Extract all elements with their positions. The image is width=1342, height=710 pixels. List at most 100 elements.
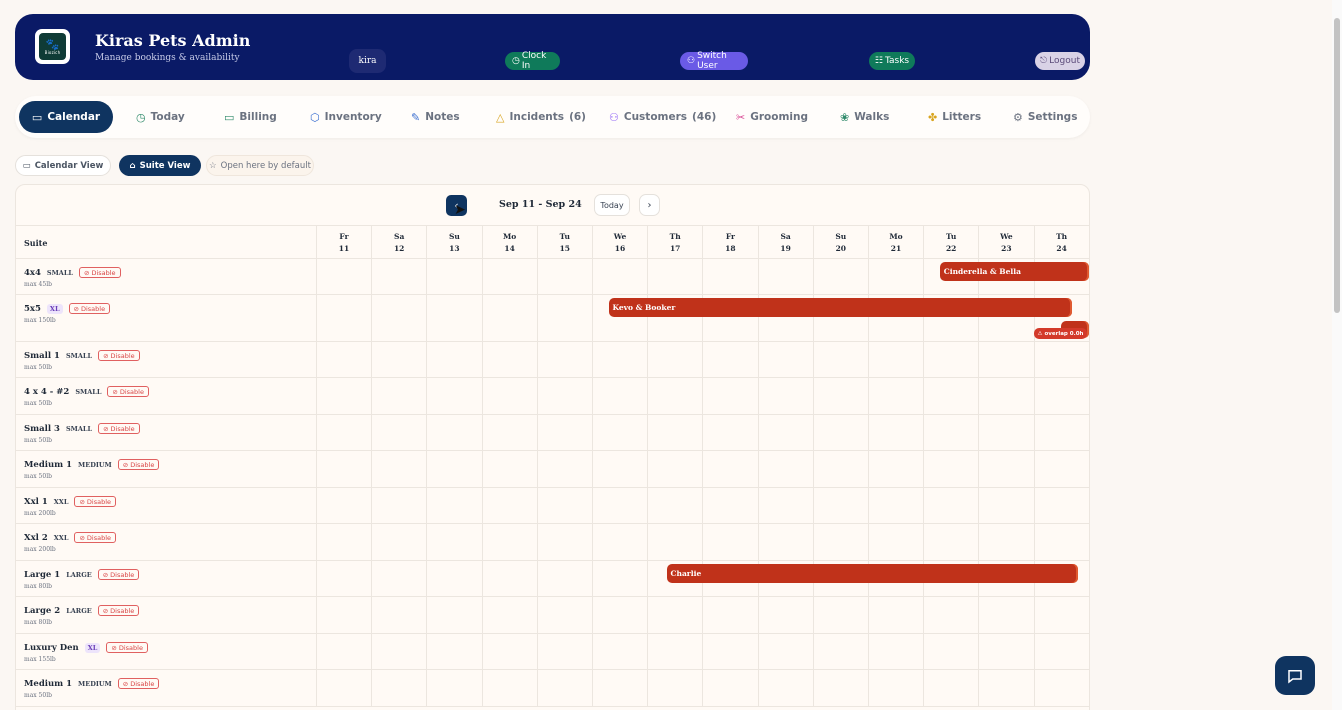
tab-settings[interactable]: ⚙ Settings (1013, 101, 1077, 133)
day-cell[interactable] (426, 524, 481, 560)
day-cell[interactable] (536, 561, 592, 596)
day-cell[interactable] (923, 488, 978, 523)
tasks-button[interactable]: ☷ Tasks (869, 52, 915, 70)
day-cell[interactable] (978, 634, 1033, 669)
day-cell[interactable] (702, 451, 757, 487)
day-cell[interactable] (371, 524, 426, 560)
day-cell[interactable] (757, 670, 813, 706)
day-cell[interactable] (536, 259, 592, 294)
app-logo[interactable]: 🐾 Biozich (35, 29, 70, 64)
day-cell[interactable] (868, 451, 923, 487)
day-cell[interactable] (426, 342, 481, 377)
day-cell[interactable] (426, 670, 481, 706)
day-cell[interactable] (702, 597, 757, 633)
day-cell[interactable] (978, 342, 1033, 377)
day-cell[interactable] (702, 670, 757, 706)
day-cell[interactable] (426, 415, 481, 450)
day-cell[interactable] (978, 670, 1033, 706)
day-cell[interactable] (757, 524, 813, 560)
day-cell[interactable] (426, 295, 481, 341)
day-cell[interactable] (923, 670, 978, 706)
day-cell[interactable] (812, 488, 868, 523)
day-cell[interactable] (536, 670, 592, 706)
day-cell[interactable] (316, 561, 371, 596)
day-cell[interactable] (536, 378, 592, 414)
day-cell[interactable] (426, 634, 481, 669)
day-cell[interactable] (536, 415, 592, 450)
day-cell[interactable] (536, 634, 592, 669)
clock-in-button[interactable]: ◷ Clock In (505, 51, 560, 71)
next-button[interactable]: › (639, 194, 660, 216)
day-cell[interactable] (812, 524, 868, 560)
day-cell[interactable] (757, 342, 813, 377)
day-cell[interactable] (481, 524, 537, 560)
day-cell[interactable] (978, 451, 1033, 487)
day-cell[interactable] (923, 524, 978, 560)
day-cell[interactable] (702, 634, 757, 669)
day-cell[interactable] (1033, 524, 1089, 560)
day-cell[interactable] (923, 342, 978, 377)
day-cell[interactable] (812, 415, 868, 450)
day-cell[interactable] (647, 634, 702, 669)
day-cell[interactable] (812, 670, 868, 706)
day-cell[interactable] (1033, 670, 1089, 706)
day-cell[interactable] (481, 670, 537, 706)
day-cell[interactable] (316, 524, 371, 560)
tab-grooming[interactable]: ✂ Grooming (736, 101, 808, 133)
day-cell[interactable] (592, 561, 647, 596)
day-cell[interactable] (812, 451, 868, 487)
booking-bar[interactable]: Cinderella & Bella (939, 262, 1089, 281)
disable-button[interactable]: ⊘ Disable (117, 459, 160, 470)
day-cell[interactable] (371, 451, 426, 487)
day-cell[interactable] (592, 488, 647, 523)
day-cell[interactable] (757, 634, 813, 669)
tab-today[interactable]: ◷ Today (136, 101, 185, 133)
day-cell[interactable] (592, 259, 647, 294)
day-cell[interactable] (702, 524, 757, 560)
day-cell[interactable] (757, 378, 813, 414)
disable-button[interactable]: ⊘ Disable (98, 350, 140, 361)
day-cell[interactable] (316, 415, 371, 450)
day-cell[interactable] (592, 451, 647, 487)
day-cell[interactable] (923, 415, 978, 450)
day-cell[interactable] (536, 524, 592, 560)
day-cell[interactable] (978, 378, 1033, 414)
day-cell[interactable] (316, 342, 371, 377)
day-cell[interactable] (426, 451, 481, 487)
calendar-view-button[interactable]: ▭ Calendar View (15, 155, 111, 176)
day-cell[interactable] (371, 342, 426, 377)
day-cell[interactable] (426, 597, 481, 633)
day-cell[interactable] (371, 378, 426, 414)
day-cell[interactable] (923, 597, 978, 633)
day-cell[interactable] (923, 634, 978, 669)
disable-button[interactable]: ⊘ Disable (74, 532, 117, 543)
day-cell[interactable] (1033, 342, 1089, 377)
tab-customers[interactable]: ⚇ Customers (46) (609, 101, 716, 133)
day-cell[interactable] (868, 634, 923, 669)
day-cell[interactable] (1033, 488, 1089, 523)
day-cell[interactable] (868, 378, 923, 414)
day-cell[interactable] (978, 524, 1033, 560)
day-cell[interactable] (702, 259, 757, 294)
day-cell[interactable] (316, 597, 371, 633)
day-cell[interactable] (868, 488, 923, 523)
day-cell[interactable] (647, 670, 702, 706)
day-cell[interactable] (647, 488, 702, 523)
day-cell[interactable] (978, 488, 1033, 523)
day-cell[interactable] (481, 451, 537, 487)
day-cell[interactable] (481, 295, 537, 341)
day-cell[interactable] (923, 378, 978, 414)
day-cell[interactable] (371, 488, 426, 523)
tab-inventory[interactable]: ⬡ Inventory (310, 101, 382, 133)
day-cell[interactable] (371, 634, 426, 669)
day-cell[interactable] (316, 634, 371, 669)
tab-billing[interactable]: ▭ Billing (224, 101, 277, 133)
suite-view-button[interactable]: ⌂ Suite View (119, 155, 201, 176)
day-cell[interactable] (371, 670, 426, 706)
day-cell[interactable] (1033, 415, 1089, 450)
day-cell[interactable] (647, 378, 702, 414)
day-cell[interactable] (1033, 451, 1089, 487)
logout-button[interactable]: ⎋ Logout (1035, 52, 1085, 70)
tab-incidents[interactable]: △ Incidents (6) (496, 101, 586, 133)
day-cell[interactable] (592, 670, 647, 706)
